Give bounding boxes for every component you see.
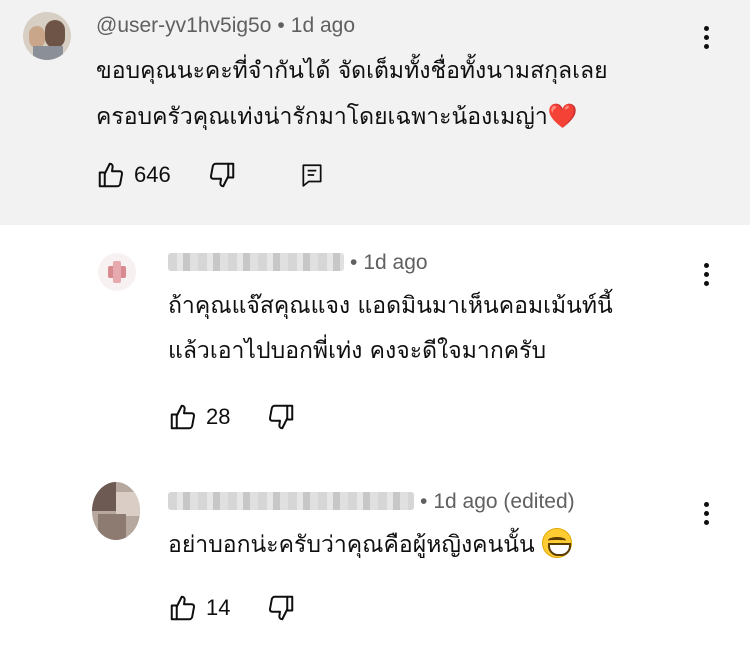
separator-dot: • [420,490,428,513]
like-count: 28 [206,404,231,429]
comment-actions: 14 [168,593,296,623]
comment-text-line: แล้วเอาไปบอกพี่เท่ง คงจะดีใจมากครับ [168,338,547,364]
comment-header: • 1d ago (edited) [168,490,575,514]
more-vertical-icon[interactable] [702,26,710,49]
separator-dot: • [350,251,358,274]
heart-emoji: ❤️ [547,102,578,130]
like-button[interactable] [96,160,126,190]
username-blurred[interactable] [168,253,344,271]
comment-text: ถ้าคุณแจ๊สคุณแจง แอดมินมาเห็นคอมเม้นท์นี… [168,284,613,374]
timestamp[interactable]: 1d ago (edited) [433,490,574,513]
more-vertical-icon[interactable] [702,263,710,286]
more-vertical-icon[interactable] [702,502,710,525]
timestamp[interactable]: 1d ago [291,14,355,37]
comment-header: • 1d ago [168,251,428,275]
like-button[interactable] [168,402,198,432]
avatar[interactable] [92,482,140,540]
reply-button[interactable] [299,162,325,188]
comment-header: @user-yv1hv5ig5o • 1d ago [96,14,355,38]
separator-dot: • [277,14,285,37]
comment-text-line: ครอบครัวคุณเท่งน่ารักมาโดยเฉพาะน้องเมญ่า [96,104,548,130]
dislike-button[interactable] [207,160,237,190]
reply-comment: • 1d ago (edited) อย่าบอกน่ะครับว่าคุณคือ… [0,460,750,645]
username-blurred[interactable] [168,492,414,510]
comment-text-line: ถ้าคุณแจ๊สคุณแจง แอดมินมาเห็นคอมเม้นท์นี… [168,293,613,319]
comment-actions: 646 [96,160,325,190]
reply-comment: • 1d ago ถ้าคุณแจ๊สคุณแจง แอดมินมาเห็นคอม… [0,225,750,460]
thumbs-up-icon [98,162,124,188]
comment-text-line: อย่าบอกน่ะครับว่าคุณคือผู้หญิงคนนั้น [168,532,535,558]
comment-actions: 28 [168,402,296,432]
timestamp[interactable]: 1d ago [363,251,427,274]
comment-text-line: ขอบคุณนะคะที่จำกันได้ จัดเต็มทั้งชื่อทั้… [96,58,608,84]
like-count: 646 [134,162,171,187]
thumbs-up-icon [170,595,196,621]
comment-text: อย่าบอกน่ะครับว่าคุณคือผู้หญิงคนนั้น [168,523,573,568]
reply-icon [302,164,322,187]
dislike-button[interactable] [266,593,296,623]
grinning-face-icon [542,528,573,558]
thumbs-down-icon [269,404,294,430]
avatar[interactable] [23,12,71,60]
dislike-button[interactable] [266,402,296,432]
like-count: 14 [206,595,231,620]
like-button[interactable] [168,593,198,623]
comment-thread: @user-yv1hv5ig5o • 1d ago ขอบคุณนะคะที่จำก… [0,0,750,225]
username[interactable]: @user-yv1hv5ig5o [96,14,271,37]
thumbs-down-icon [269,595,294,621]
thumbs-down-icon [209,162,234,188]
comment-text: ขอบคุณนะคะที่จำกันได้ จัดเต็มทั้งชื่อทั้… [96,49,608,140]
avatar[interactable] [98,253,136,291]
thumbs-up-icon [170,404,196,430]
